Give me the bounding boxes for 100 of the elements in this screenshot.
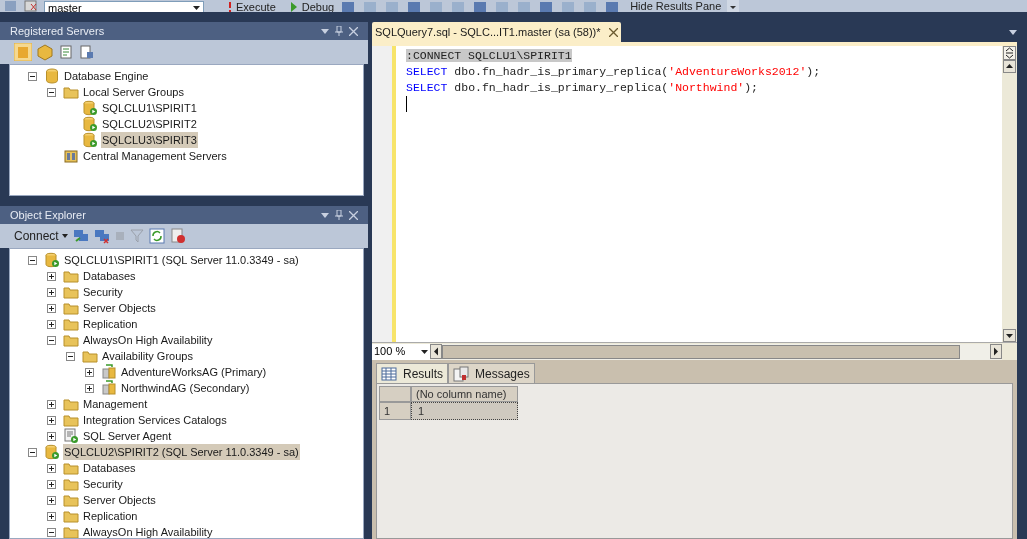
expand-icon[interactable] <box>47 399 56 409</box>
expand-icon[interactable] <box>47 415 56 425</box>
toolbar-icon[interactable] <box>406 1 423 12</box>
scroll-down-icon[interactable] <box>1003 329 1016 342</box>
panel-title: Registered Servers <box>10 23 105 39</box>
tree-item[interactable]: SQLCLU2\SPIRIT2 (SQL Server 11.0.3349 - sa) <box>63 443 300 461</box>
tree-item[interactable]: Server Objects <box>82 491 157 509</box>
results-tab[interactable]: Results <box>376 363 448 383</box>
tree-item[interactable]: SQL Server Agent <box>82 427 173 445</box>
folder-icon <box>63 412 79 428</box>
vertical-scrollbar[interactable] <box>1002 46 1017 342</box>
tree-item[interactable]: AdventureWorksAG (Primary) <box>120 363 268 381</box>
tree-item[interactable]: Security <box>82 283 124 301</box>
database-icon <box>44 68 60 84</box>
database-dropdown[interactable]: master <box>44 1 204 12</box>
text-cursor <box>406 96 407 112</box>
toolbar-icon[interactable] <box>340 1 357 12</box>
report-icon[interactable] <box>58 44 74 60</box>
scroll-left-icon[interactable] <box>430 344 442 359</box>
folder-icon <box>63 300 79 316</box>
toolbar-icon[interactable] <box>604 1 621 12</box>
expand-icon[interactable] <box>47 479 56 489</box>
tree-item[interactable]: Databases <box>82 267 137 285</box>
column-header: (No column name) <box>411 386 518 402</box>
scroll-thumb[interactable] <box>442 344 960 359</box>
document-icon[interactable] <box>78 44 94 60</box>
expand-icon[interactable] <box>47 271 56 281</box>
tree-item[interactable]: Integration Services Catalogs <box>82 411 228 429</box>
tree-item[interactable]: Databases <box>82 459 137 477</box>
toolbar-icon[interactable] <box>538 1 555 12</box>
zoom-dropdown[interactable]: 100 % <box>372 343 430 360</box>
tree-item[interactable]: Replication <box>82 315 139 333</box>
folder-icon <box>63 268 79 284</box>
disconnect-icon[interactable] <box>93 228 110 244</box>
tree-item[interactable]: SQLCLU1\SPIRIT1 (SQL Server 11.0.3349 - sa) <box>63 251 300 269</box>
tree-item[interactable]: Management <box>82 395 149 413</box>
pin-icon[interactable] <box>335 26 343 36</box>
tree-item[interactable]: Replication <box>82 507 139 525</box>
toolbar-icon[interactable] <box>472 1 489 12</box>
tree-item[interactable]: SQLCLU2\SPIRIT2 <box>101 115 198 133</box>
folder-icon <box>63 332 79 348</box>
refresh-icon[interactable] <box>148 228 165 244</box>
tree-item[interactable]: Central Management Servers <box>82 147 228 165</box>
tree-item[interactable]: AlwaysOn High Availability <box>82 523 214 538</box>
availability-group-icon <box>101 380 117 396</box>
script-icon[interactable] <box>169 228 186 244</box>
tree-item[interactable]: Local Server Groups <box>82 83 185 101</box>
connect-icon[interactable] <box>72 228 89 244</box>
collapse-icon[interactable] <box>47 335 56 345</box>
exclamation-icon <box>228 2 232 12</box>
collapse-icon[interactable] <box>47 87 56 97</box>
availability-group-icon <box>101 364 117 380</box>
scroll-up-icon[interactable] <box>1003 60 1016 73</box>
close-icon[interactable] <box>608 27 618 37</box>
dropdown-icon[interactable] <box>1009 30 1017 35</box>
grid-icon <box>381 365 397 382</box>
tree-item[interactable]: Availability Groups <box>101 347 194 365</box>
expand-icon[interactable] <box>85 383 94 393</box>
tree-item[interactable]: NorthwindAG (Secondary) <box>120 379 251 397</box>
server-icon <box>82 100 98 116</box>
results-tab[interactable]: Messages <box>448 363 535 383</box>
overflow-icon[interactable] <box>727 0 740 12</box>
expand-icon[interactable] <box>47 303 56 313</box>
tree-item[interactable]: Security <box>82 475 124 493</box>
execute-button[interactable]: Execute <box>228 0 276 12</box>
tree-item[interactable]: AlwaysOn High Availability <box>82 331 214 349</box>
horizontal-scrollbar[interactable] <box>430 343 1002 360</box>
expand-icon[interactable] <box>47 319 56 329</box>
server-icon <box>82 132 98 148</box>
tree-item[interactable]: SQLCLU3\SPIRIT3 <box>101 131 198 149</box>
folder-icon <box>63 284 79 300</box>
expand-icon[interactable] <box>85 367 94 377</box>
dropdown-icon[interactable] <box>321 28 329 34</box>
expand-icon[interactable] <box>47 431 56 441</box>
scroll-right-icon[interactable] <box>990 344 1002 359</box>
code-editor[interactable]: :CONNECT SQLCLU1\SPIRIT1 SELECT dbo.fn_hadr_is_primary_replica('AdventureWorks2012'); SELECT dbo.fn_hadr_is_primary_replica('Northwind'); <box>372 46 1017 342</box>
expand-icon[interactable] <box>47 463 56 473</box>
tree-item[interactable]: SQLCLU1\SPIRIT1 <box>101 99 198 117</box>
pin-icon[interactable] <box>335 210 343 220</box>
connect-button[interactable]: Connect <box>14 227 68 245</box>
table-cell[interactable]: 1 <box>411 402 518 420</box>
splitter-icon[interactable] <box>1003 46 1016 60</box>
cube-icon[interactable] <box>36 43 54 61</box>
collapse-icon[interactable] <box>28 71 37 81</box>
expand-icon[interactable] <box>47 511 56 521</box>
collapse-icon[interactable] <box>28 255 37 265</box>
caret-icon <box>193 6 200 10</box>
hide-results-button[interactable]: Hide Results Pane <box>630 0 722 12</box>
collapse-icon[interactable] <box>66 351 75 361</box>
expand-icon[interactable] <box>47 287 56 297</box>
folder-icon <box>63 524 79 538</box>
expand-icon[interactable] <box>47 495 56 505</box>
document-tab[interactable]: SQLQuery7.sql - SQLC...IT1.master (sa (58))* <box>372 22 621 42</box>
collapse-icon[interactable] <box>28 447 37 457</box>
tree-item[interactable]: Server Objects <box>82 299 157 317</box>
tree-item[interactable]: Database Engine <box>63 67 150 85</box>
folder-icon <box>63 492 79 508</box>
dropdown-icon[interactable] <box>321 212 329 218</box>
collapse-icon[interactable] <box>47 527 56 537</box>
toolbar-icon[interactable] <box>24 0 38 12</box>
